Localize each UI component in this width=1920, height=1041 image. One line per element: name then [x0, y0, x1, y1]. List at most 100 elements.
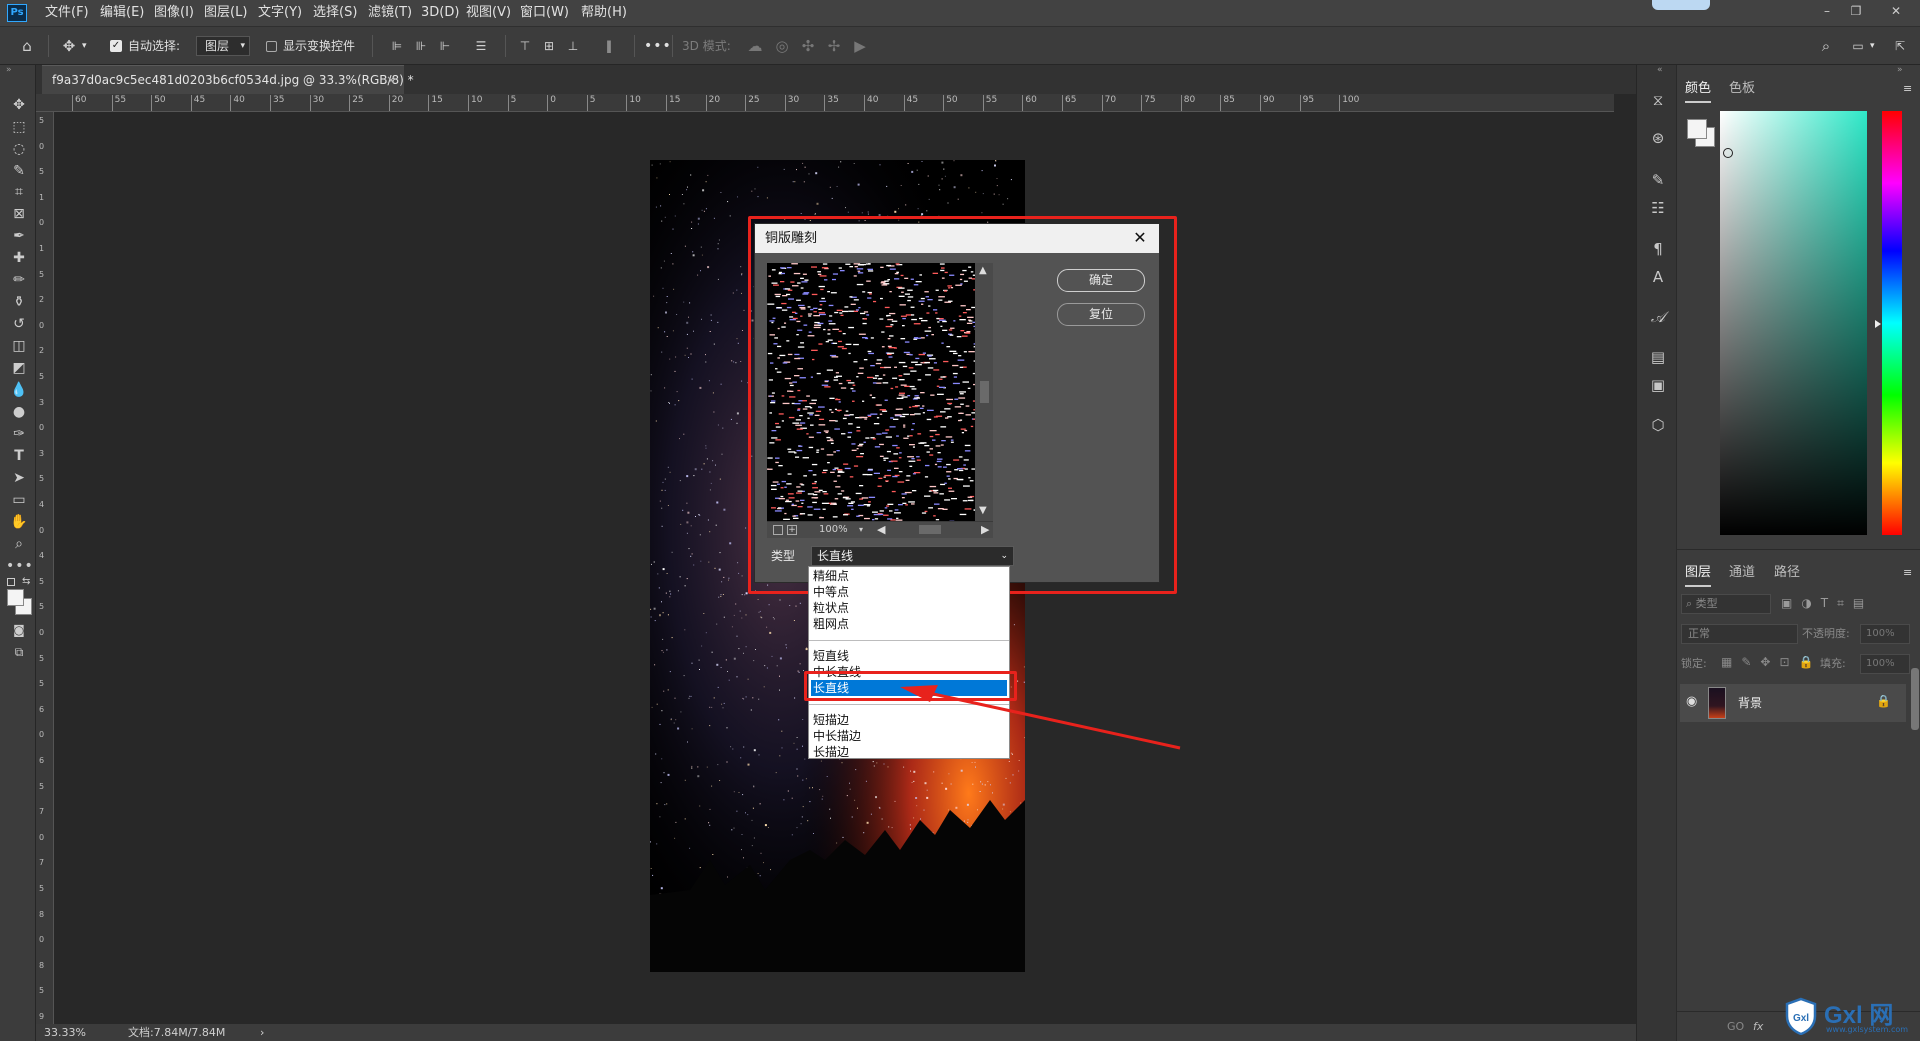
type-tool-icon[interactable]: T — [6, 445, 32, 467]
properties-icon[interactable]: ⊛ — [1647, 127, 1669, 149]
notes-icon[interactable]: ▣ — [1647, 374, 1669, 396]
3d-orbit-icon[interactable]: ☁ — [744, 35, 766, 57]
screen-mode-icon[interactable]: ⧉ — [6, 641, 32, 663]
chevron-down-icon[interactable]: ▾ — [82, 27, 87, 65]
align-center-h-icon[interactable]: ⊪ — [410, 35, 432, 57]
layer-row[interactable]: ◉ 背景 🔒 — [1680, 684, 1906, 722]
menu-layer[interactable]: 图层(L) — [204, 0, 247, 27]
3d-icon[interactable]: ⬡ — [1647, 414, 1669, 436]
photoshop-logo[interactable]: Ps — [7, 4, 27, 22]
brush-tool-icon[interactable]: ✏ — [6, 269, 32, 291]
show-transform-checkbox[interactable] — [266, 41, 277, 52]
menu-3d[interactable]: 3D(D) — [421, 0, 459, 27]
panel-menu-icon[interactable]: ≡ — [1903, 566, 1912, 579]
marquee-tool-icon[interactable]: ⬚ — [6, 116, 32, 138]
rectangle-tool-icon[interactable]: ▭ — [6, 489, 32, 511]
crop-tool-icon[interactable]: ⌗ — [6, 181, 32, 203]
3d-pan-icon[interactable]: ✣ — [797, 35, 819, 57]
foreground-color-swatch[interactable] — [7, 589, 24, 606]
paragraph-icon[interactable]: ¶ — [1647, 238, 1669, 260]
align-middle-v-icon[interactable]: ⊞ — [538, 35, 560, 57]
panel-scrollbar[interactable] — [1911, 668, 1919, 730]
share-icon[interactable]: ⇱ — [1889, 35, 1911, 57]
option-grainy-dots[interactable]: 粒状点 — [811, 600, 1007, 616]
more-options-icon[interactable]: ••• — [644, 27, 672, 65]
quick-select-tool-icon[interactable]: ✎ — [6, 160, 32, 182]
distribute-h-icon[interactable]: ☰ — [470, 35, 492, 57]
menu-view[interactable]: 视图(V) — [466, 0, 511, 27]
history-icon[interactable]: ⧖ — [1647, 89, 1669, 111]
tab-color[interactable]: 颜色 — [1685, 75, 1712, 103]
home-icon[interactable]: ⌂ — [16, 35, 38, 57]
3d-camera-icon[interactable]: ▶ — [849, 35, 871, 57]
menu-select[interactable]: 选择(S) — [313, 0, 357, 27]
menu-image[interactable]: 图像(I) — [154, 0, 194, 27]
menu-type[interactable]: 文字(Y) — [258, 0, 302, 27]
menu-edit[interactable]: 编辑(E) — [100, 0, 144, 27]
option-medium-dots[interactable]: 中等点 — [811, 584, 1007, 600]
history-brush-tool-icon[interactable]: ↺ — [6, 313, 32, 335]
chevron-down-icon[interactable]: ▾ — [1870, 27, 1875, 65]
hue-slider[interactable] — [1882, 111, 1902, 535]
align-left-icon[interactable]: ⊫ — [386, 35, 408, 57]
clone-stamp-tool-icon[interactable]: ⚱ — [6, 291, 32, 313]
minimize-icon[interactable]: – — [1814, 0, 1840, 22]
gradient-tool-icon[interactable]: ◩ — [6, 357, 32, 379]
quick-mask-icon[interactable]: ◙ — [6, 619, 32, 641]
frame-tool-icon[interactable]: ⊠ — [6, 203, 32, 225]
link-layers-icon[interactable]: GO — [1727, 1020, 1744, 1033]
layer-name[interactable]: 背景 — [1738, 694, 1762, 711]
libraries-icon[interactable]: ▤ — [1647, 346, 1669, 368]
option-fine-dots[interactable]: 精细点 — [811, 568, 1007, 584]
lock-icons[interactable]: ▦✎✥⊡🔒 — [1721, 655, 1822, 669]
color-fg-swatch[interactable] — [1687, 119, 1707, 139]
color-picker-field[interactable] — [1720, 111, 1867, 535]
dodge-tool-icon[interactable]: ● — [6, 401, 32, 423]
tab-close-icon[interactable]: × — [386, 66, 396, 94]
auto-select-checkbox[interactable]: ✓ — [110, 40, 122, 52]
hue-slider-thumb[interactable] — [1875, 320, 1881, 328]
layer-filter-dropdown[interactable]: ⌕ 类型 — [1681, 594, 1771, 614]
auto-select-dropdown[interactable]: 图层 ▾ — [196, 36, 250, 56]
collapse-icon[interactable]: » — [1897, 65, 1903, 75]
default-colors-icon[interactable] — [7, 578, 15, 586]
tab-channels[interactable]: 通道 — [1729, 559, 1755, 587]
zoom-tool-icon[interactable]: ⌕ — [6, 533, 32, 555]
blend-mode-dropdown[interactable]: 正常 — [1681, 624, 1798, 644]
lasso-tool-icon[interactable]: ◌ — [6, 138, 32, 160]
zoom-level[interactable]: 33.33% — [44, 1024, 86, 1041]
layer-filter-icons[interactable]: ▣◑T⌗▤ — [1781, 596, 1873, 611]
status-menu-arrow[interactable]: › — [260, 1024, 264, 1041]
distribute-v-icon[interactable]: ‖ — [598, 35, 620, 57]
opacity-input[interactable]: 100% — [1860, 624, 1910, 644]
tab-paths[interactable]: 路径 — [1774, 559, 1800, 587]
option-coarse-dots[interactable]: 粗网点 — [811, 616, 1007, 632]
restore-icon[interactable]: ❐ — [1843, 0, 1869, 22]
align-bottom-icon[interactable]: ⊥ — [562, 35, 584, 57]
blur-tool-icon[interactable]: 💧 — [6, 379, 32, 401]
3d-slide-icon[interactable]: ✢ — [823, 35, 845, 57]
healing-brush-tool-icon[interactable]: ✚ — [6, 247, 32, 269]
pen-tool-icon[interactable]: ✑ — [6, 423, 32, 445]
brush-settings-icon[interactable]: ✎ — [1647, 169, 1669, 191]
edit-toolbar-icon[interactable]: ••• — [6, 555, 33, 577]
menu-window[interactable]: 窗口(W) — [520, 0, 569, 27]
document-tab[interactable]: f9a37d0ac9c5ec481d0203b6cf0534d.jpg @ 33… — [42, 65, 414, 94]
color-picker-cursor[interactable] — [1723, 148, 1733, 158]
3d-roll-icon[interactable]: ◎ — [771, 35, 793, 57]
glyphs-icon[interactable]: 𝒜 — [1647, 306, 1669, 328]
eraser-tool-icon[interactable]: ◫ — [6, 335, 32, 357]
move-tool-icon[interactable]: ✥ — [58, 35, 80, 57]
workspace-icon[interactable]: ▭ — [1847, 35, 1869, 57]
swap-colors-icon[interactable]: ⇆ — [22, 576, 30, 587]
move-tool-icon[interactable]: ✥ — [6, 94, 32, 116]
lock-icon[interactable]: 🔒 — [1876, 694, 1891, 708]
adjustments-icon[interactable]: ☷ — [1647, 197, 1669, 219]
path-select-tool-icon[interactable]: ➤ — [6, 467, 32, 489]
character-icon[interactable]: A — [1647, 266, 1669, 288]
tab-layers[interactable]: 图层 — [1685, 559, 1712, 587]
option-short-lines[interactable]: 短直线 — [811, 648, 1007, 664]
tab-swatches[interactable]: 色板 — [1729, 75, 1755, 103]
fx-icon[interactable]: fx — [1753, 1020, 1763, 1033]
align-top-icon[interactable]: ⊤ — [514, 35, 536, 57]
